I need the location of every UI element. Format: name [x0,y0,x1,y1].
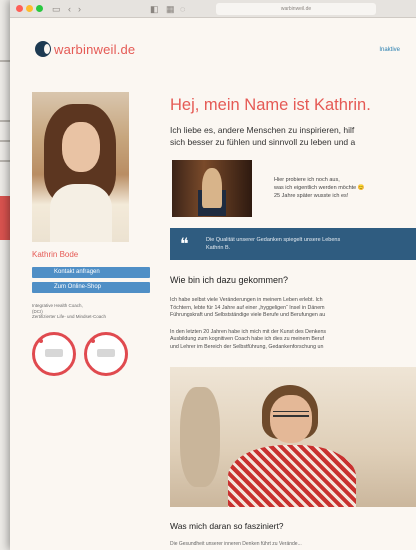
shield-icon[interactable]: ◧ [150,3,159,15]
certification-badge [32,331,76,376]
logo-text: warbinweil.de [54,41,136,57]
qualification-text: Integrative Health Coach, (DCI) Zertifiz… [32,303,107,319]
minimize-window-button[interactable] [26,5,33,12]
certification-badges [32,331,150,376]
quote-icon: ❝ [180,234,189,253]
main-content: Hej, mein Name ist Kathrin. Ich liebe es… [170,96,416,547]
contact-button[interactable]: Kontakt anfragen [32,267,150,278]
site-header: warbinweil.de Inaktive [10,18,416,78]
section-heading: Wie bin ich dazu gekommen? [170,275,289,285]
childhood-media-row: Hier probiere ich noch aus, was ich eige… [170,160,416,218]
paragraph: Die Gesundheit unserer inneren Denken fü… [170,541,302,547]
quote-box: ❝ Die Qualität unserer Gedanken spiegelt… [170,228,416,260]
close-window-button[interactable] [16,5,23,12]
video-player[interactable] [170,367,416,507]
section-heading: Was mich daran so fasziniert? [170,521,284,531]
intro-text: Ich liebe es, andere Menschen zu inspiri… [170,125,356,147]
background-line [0,120,10,122]
sidebar-toggle-icon[interactable]: ▭ [52,3,61,15]
background-line [0,160,10,162]
browser-toolbar: ▭ ‹ › ◧ ▦ ◌ warbinweil.de [10,0,416,18]
extension-icon[interactable]: ◌ [180,3,185,15]
site-logo[interactable]: warbinweil.de [35,41,135,57]
profile-name: Kathrin Bode [32,250,79,259]
forward-arrow-icon[interactable]: › [78,3,81,15]
shop-button[interactable]: Zum Online-Shop [32,282,150,293]
childhood-photo [172,160,252,217]
quote-text: Die Qualität unserer Gedanken spiegelt u… [206,237,341,251]
back-arrow-icon[interactable]: ‹ [68,3,71,15]
zoom-window-button[interactable] [36,5,43,12]
address-bar[interactable]: warbinweil.de [216,3,376,15]
browser-window: ▭ ‹ › ◧ ▦ ◌ warbinweil.de warbinweil.de … [10,0,416,550]
header-nav-link[interactable]: Inaktive [379,47,400,53]
reader-icon[interactable]: ▦ [166,3,175,15]
background-line [0,60,10,62]
childhood-caption: Hier probiere ich noch aus, was ich eige… [274,177,365,199]
page-title: Hej, mein Name ist Kathrin. [170,96,371,114]
paragraph: Ich habe selbst viele Veränderungen in m… [170,297,326,318]
background-line [0,140,10,142]
certification-badge [84,331,128,376]
paragraph: In den letzten 20 Jahren habe ich mich m… [170,328,327,350]
profile-photo [32,92,129,242]
logo-mark-icon [35,41,51,57]
profile-sidebar: Kathrin Bode Kontakt anfragen Zum Online… [32,92,150,376]
web-page: warbinweil.de Inaktive Kathrin Bode Kont… [10,18,416,550]
address-bar-url: warbinweil.de [280,6,312,12]
